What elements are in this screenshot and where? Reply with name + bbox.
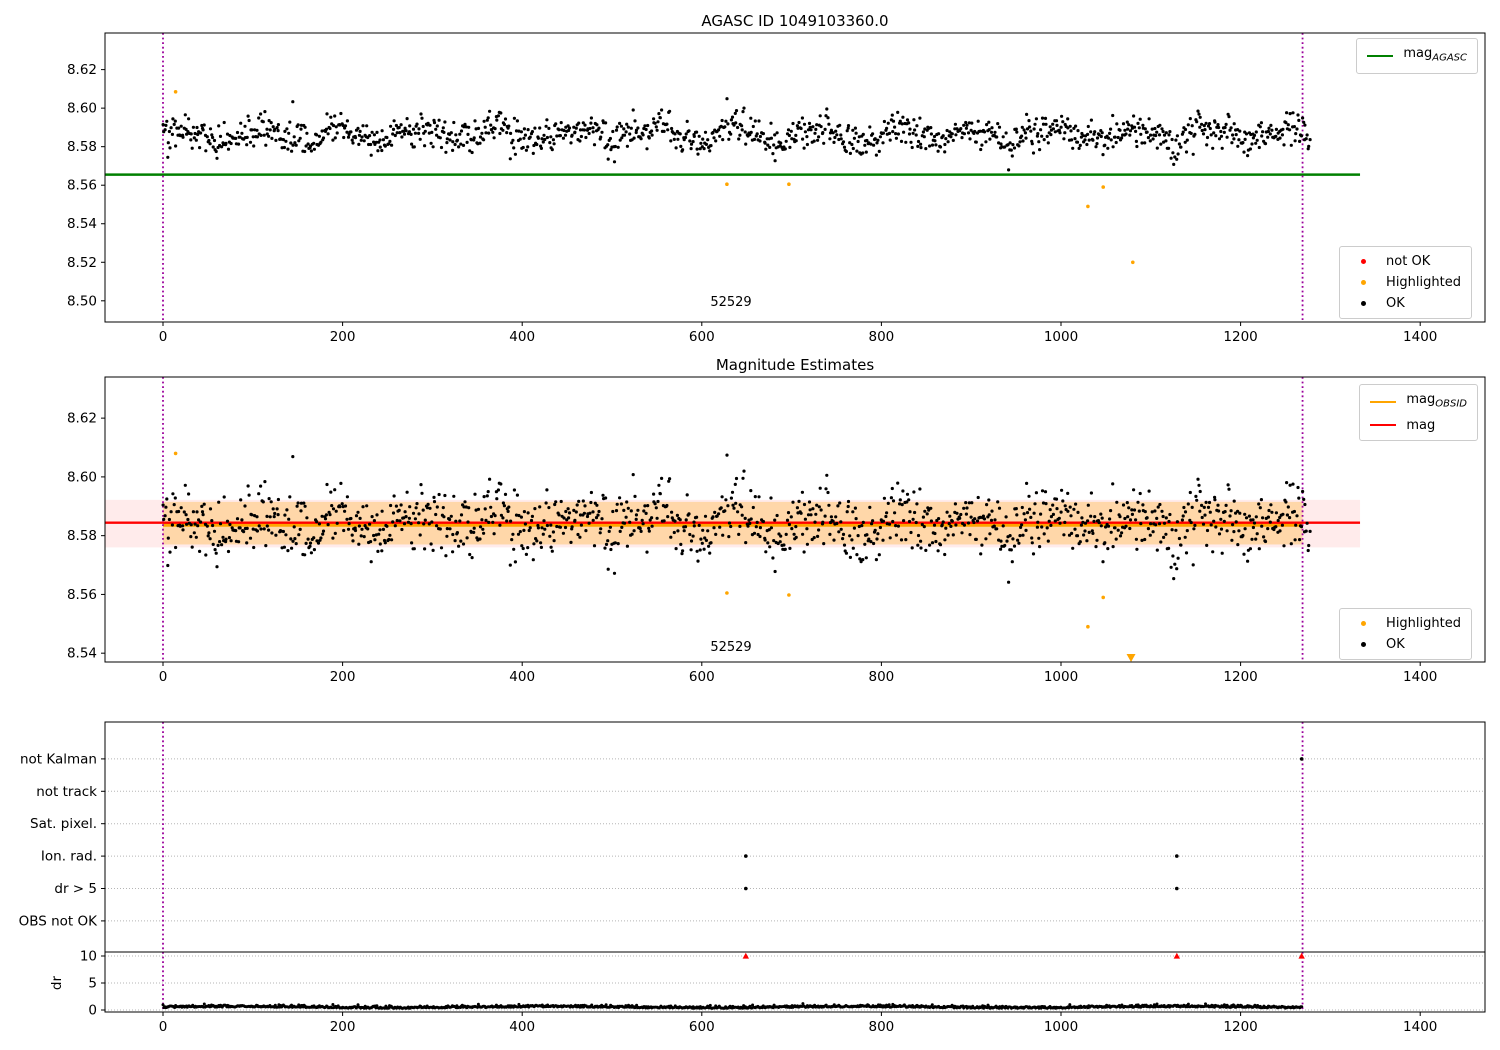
panel3-xtick-label: 1000 [1044, 1019, 1078, 1035]
panel3-xtick-label: 400 [509, 1019, 535, 1035]
panel2-ytick-label: 8.54 [67, 646, 97, 662]
dr-axis-label: dr [49, 975, 65, 990]
legend-item: Highlighted [1348, 272, 1461, 293]
legend-dot-swatch [1348, 621, 1378, 626]
legend-line-swatch [1368, 400, 1398, 403]
panel1-xtick-label: 600 [689, 329, 715, 345]
legend-item: OK [1348, 293, 1461, 314]
legend-item: mag [1368, 415, 1467, 436]
figure: 8.50 8.52 8.54 8.56 8.58 8.60 8.62 0 200 400 600 80… [0, 0, 1500, 1050]
panel1-xtick-label: 1400 [1403, 329, 1437, 345]
panel1-xtick-label: 800 [869, 329, 895, 345]
panel1-ytick-label: 8.60 [67, 101, 97, 117]
panel2-xtick-label: 1200 [1223, 669, 1257, 685]
panel1-xtick-label: 1000 [1044, 329, 1078, 345]
legend-item: magOBSID [1368, 389, 1467, 415]
legend-item: Highlighted [1348, 613, 1461, 634]
ok-scatter-panel1 [161, 97, 1312, 172]
legend-item: magAGASC [1365, 43, 1467, 69]
panel3-gridlines [105, 758, 1485, 1011]
panel2-xtick-label: 1400 [1403, 669, 1437, 685]
panel2-yticks: 8.54 8.56 8.58 8.60 8.62 [67, 411, 105, 662]
panel3-xtick-label: 200 [330, 1019, 356, 1035]
panel3-xtick-label: 1400 [1403, 1019, 1437, 1035]
panel1-ytick-label: 8.52 [67, 255, 97, 271]
legend-label: magOBSID [1406, 392, 1467, 410]
flag-category-label: not track [36, 784, 97, 800]
panel2-title: Magnitude Estimates [715, 356, 875, 374]
panel1-ytick-label: 8.56 [67, 178, 97, 194]
panel1-ytick-label: 8.50 [67, 293, 97, 309]
panel1-xtick-label: 400 [509, 329, 535, 345]
legend-label: not OK [1386, 254, 1431, 269]
panel1-xtick-label: 0 [159, 329, 168, 345]
panel3-border [104, 721, 1486, 1013]
panel2-xtick-label: 200 [330, 669, 356, 685]
legend-line-swatch [1365, 54, 1395, 57]
panel3-xtick-label: 1200 [1223, 1019, 1257, 1035]
flag-category-label: OBS not OK [19, 913, 99, 929]
legend-panel2-points: Highlighted OK [1339, 608, 1472, 660]
panel2-ytick-label: 8.56 [67, 587, 97, 603]
panel2-xtick-label: 0 [159, 669, 168, 685]
flag-category-label: not Kalman [20, 751, 97, 767]
panel1-ytick-label: 8.54 [67, 216, 97, 232]
not-ok-capped-marker [742, 952, 750, 959]
panel1-border [104, 32, 1486, 323]
panel1-yticks: 8.50 8.52 8.54 8.56 8.58 8.60 8.62 [67, 62, 105, 309]
panel2-xtick-label: 600 [689, 669, 715, 685]
flag-category-label: Ion. rad. [41, 849, 97, 865]
panel3-xtick-label: 0 [159, 1019, 168, 1035]
legend-panel1-points: not OK Highlighted OK [1339, 246, 1472, 319]
panel2-ticks: 0 200 400 600 800 1000 1200 1400 [159, 662, 1437, 685]
panel1-ytick-label: 8.62 [67, 62, 97, 78]
panel1-ytick-label: 8.58 [67, 139, 97, 155]
panel2-ytick-label: 8.62 [67, 411, 97, 427]
plot-canvas: 8.50 8.52 8.54 8.56 8.58 8.60 8.62 0 200 400 600 80… [19, 32, 1486, 1035]
panel1-title: AGASC ID 1049103360.0 [701, 12, 889, 30]
clipped-highlighted-marker [1126, 654, 1136, 662]
legend-line-swatch [1368, 424, 1398, 427]
panel3-ticks: 0 200 400 600 800 1000 1200 1400 [159, 1012, 1437, 1035]
flag-category-label: dr > 5 [54, 881, 97, 897]
dr-tick-label: 10 [80, 949, 97, 965]
panel1-ticks: 0 200 400 600 800 1000 1200 1400 [159, 322, 1437, 345]
panel2-ytick-label: 8.58 [67, 528, 97, 544]
panel2-xtick-label: 400 [509, 669, 535, 685]
legend-label: OK [1386, 296, 1405, 311]
dr-tick-label: 5 [88, 976, 97, 992]
legend-dot-swatch [1348, 301, 1378, 306]
legend-label: Highlighted [1386, 616, 1461, 631]
panel3-xtick-label: 600 [689, 1019, 715, 1035]
panel3-xtick-label: 800 [869, 1019, 895, 1035]
panel1-xtick-label: 200 [330, 329, 356, 345]
obsid-annotation-panel1: 52529 [710, 295, 752, 310]
flag-category-label: Sat. pixel. [30, 816, 97, 832]
legend-label: mag [1406, 417, 1436, 433]
panel2-ytick-label: 8.60 [67, 469, 97, 485]
legend-label: Highlighted [1386, 275, 1461, 290]
legend-label: magAGASC [1403, 46, 1467, 64]
legend-label: OK [1386, 637, 1405, 652]
obsid-annotation-panel2: 52529 [710, 640, 752, 655]
panel1-xtick-label: 1200 [1223, 329, 1257, 345]
legend-mag-lines: magOBSID mag [1359, 384, 1478, 441]
panel2-xtick-label: 1000 [1044, 669, 1078, 685]
legend-item: OK [1348, 634, 1461, 655]
legend-dot-swatch [1348, 642, 1378, 647]
legend-dot-swatch [1348, 259, 1378, 264]
legend-mag-agasc: magAGASC [1356, 38, 1478, 74]
legend-item: not OK [1348, 251, 1461, 272]
panel2-xtick-label: 800 [869, 669, 895, 685]
legend-dot-swatch [1348, 280, 1378, 285]
dr-scatter [161, 1002, 1304, 1010]
dr-tick-label: 0 [88, 1003, 97, 1019]
